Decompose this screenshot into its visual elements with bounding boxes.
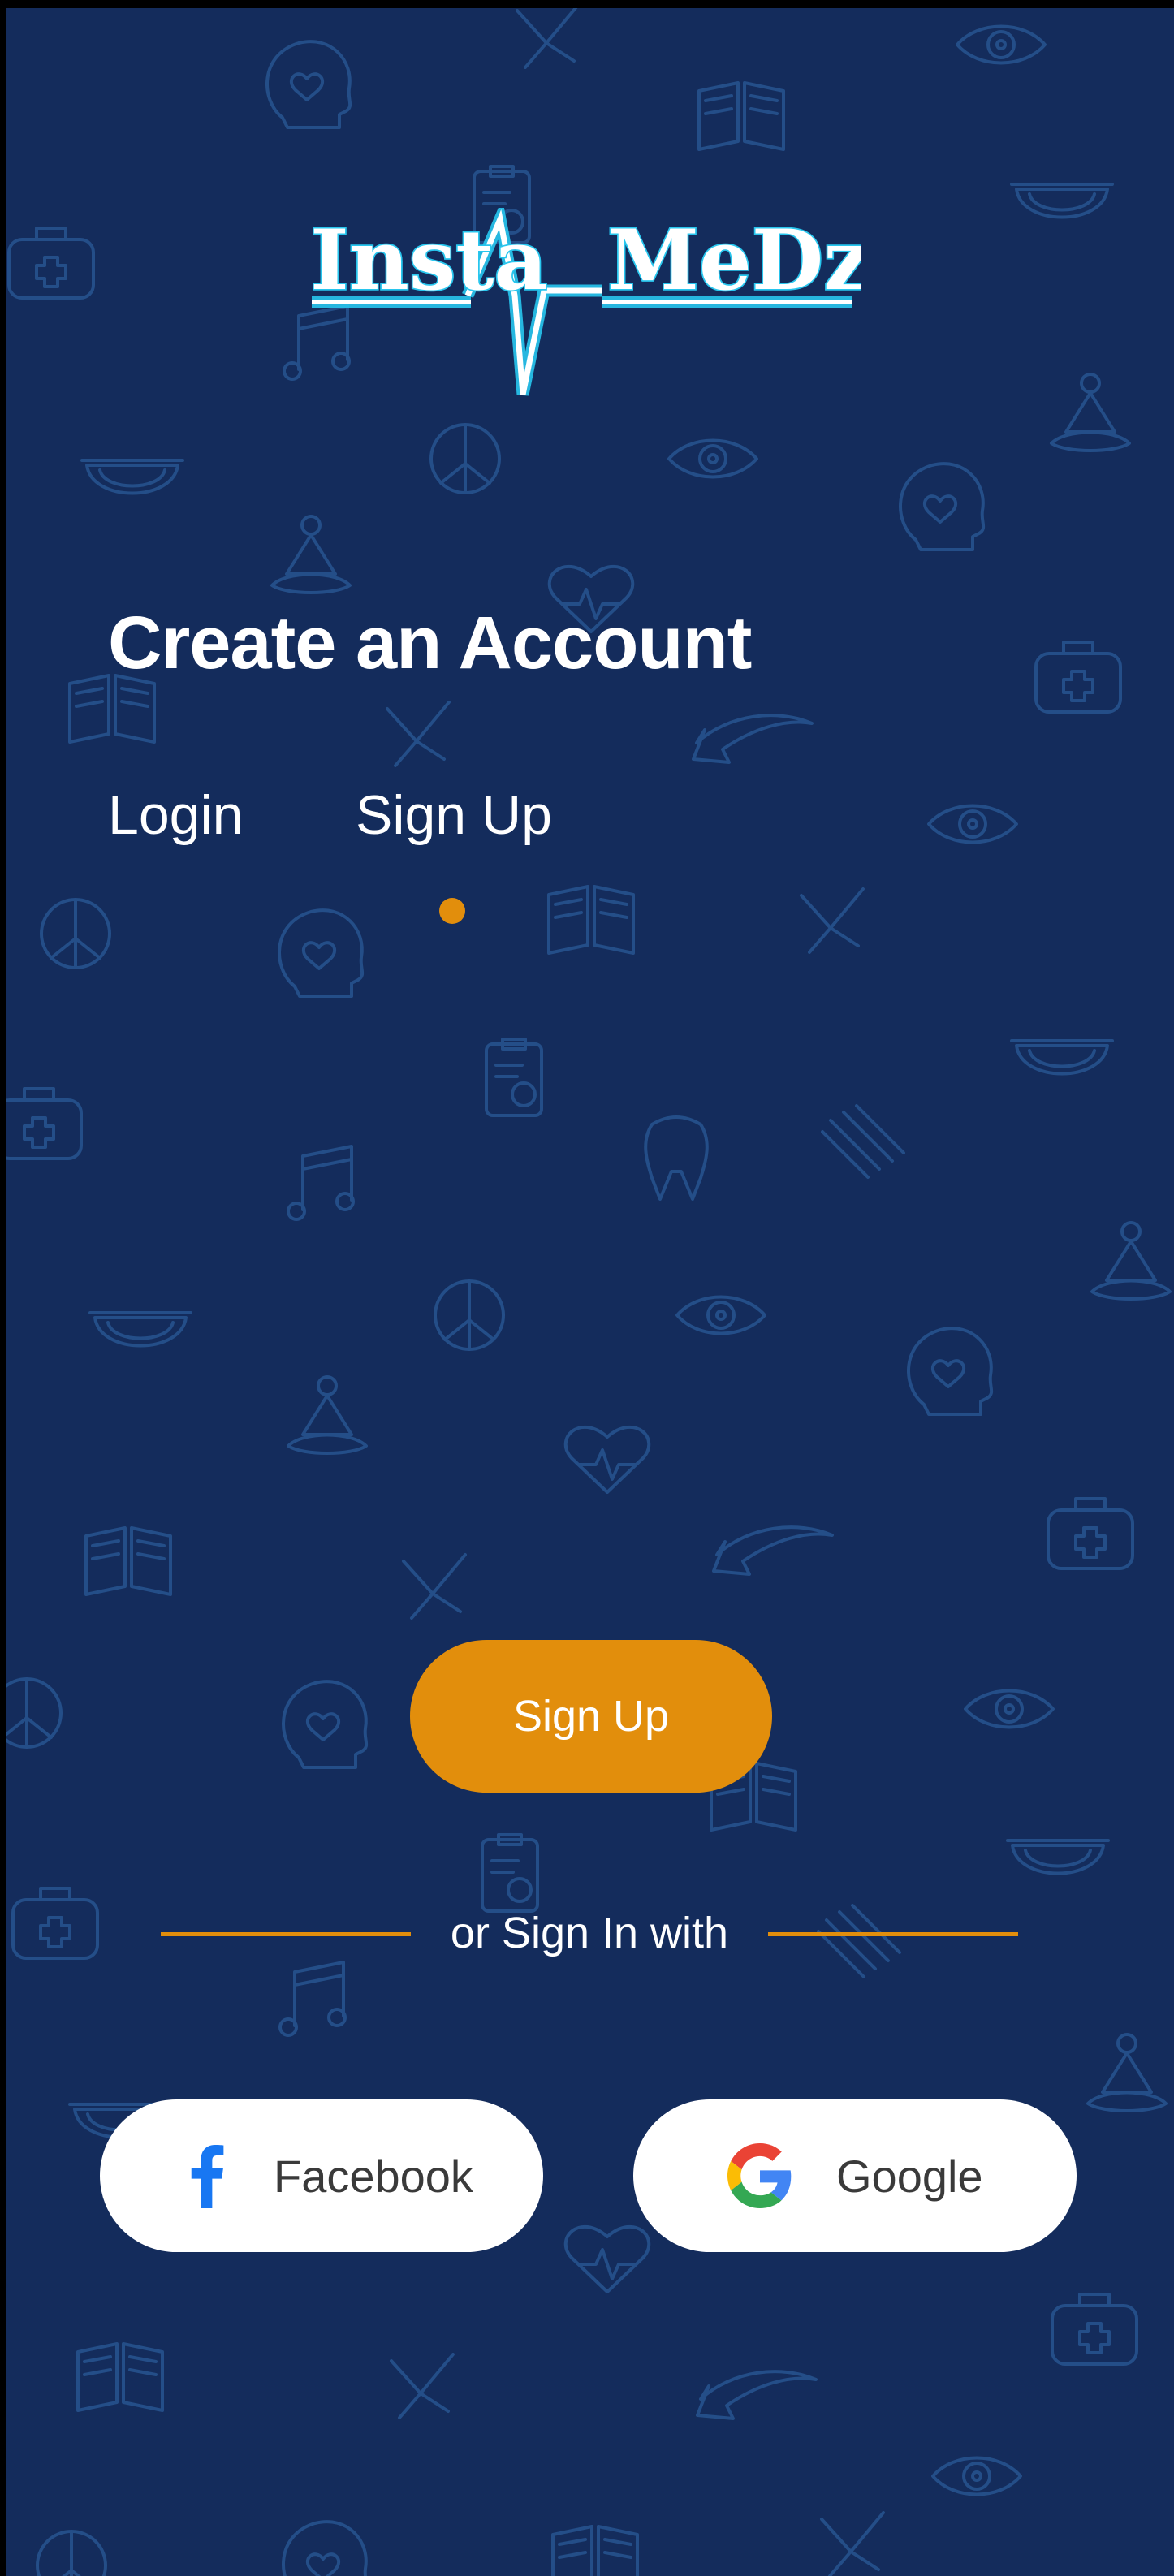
tab-signup[interactable]: Sign Up [356,783,552,847]
signup-button[interactable]: Sign Up [410,1640,772,1793]
facebook-signin-button[interactable]: Facebook [100,2099,543,2252]
divider-line-right [768,1932,1018,1936]
page-title: Create an Account [108,602,752,684]
logo-word-medz: MeDz [607,212,861,309]
active-tab-indicator [439,898,465,924]
facebook-icon [191,2145,224,2208]
divider-line-left [161,1932,411,1936]
divider-text: or Sign In with [450,1909,729,1957]
google-label: Google [836,2150,983,2202]
logo-word-insta: Insta [310,212,548,309]
instamedz-logo: Insta MeDz [309,208,861,396]
screen-frame: Insta MeDz Create an Account Login Sign … [0,0,1174,2576]
auth-tabs: Login Sign Up [108,783,676,865]
google-signin-button[interactable]: Google [633,2099,1077,2252]
tab-login[interactable]: Login [108,783,243,847]
facebook-label: Facebook [274,2150,473,2202]
google-icon [727,2143,792,2208]
app-screen: Insta MeDz Create an Account Login Sign … [6,8,1174,2576]
